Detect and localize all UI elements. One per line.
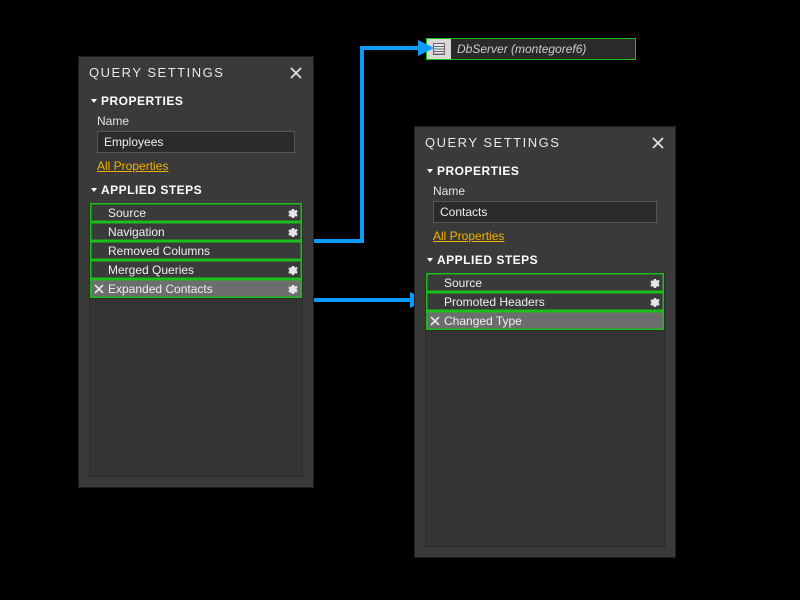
panel-title: QUERY SETTINGS — [425, 135, 560, 150]
chevron-down-icon — [89, 96, 99, 106]
applied-step[interactable]: Source — [426, 273, 664, 292]
name-field[interactable] — [97, 131, 295, 153]
applied-step[interactable]: Expanded Contacts — [90, 279, 302, 298]
database-icon — [427, 39, 451, 59]
applied-step-label: Merged Queries — [106, 263, 282, 277]
query-settings-panel-left: QUERY SETTINGS PROPERTIES Name All Prope… — [78, 56, 314, 488]
db-node-label: DbServer (montegoref6) — [451, 42, 586, 56]
chevron-down-icon — [425, 255, 435, 265]
close-icon[interactable] — [651, 136, 665, 150]
gear-icon[interactable] — [282, 264, 302, 276]
applied-step-label: Promoted Headers — [442, 295, 644, 309]
gear-icon[interactable] — [282, 226, 302, 238]
applied-step[interactable]: Navigation — [90, 222, 302, 241]
chevron-down-icon — [425, 166, 435, 176]
applied-step[interactable]: Promoted Headers — [426, 292, 664, 311]
properties-heading-label: PROPERTIES — [101, 94, 183, 108]
panel-empty-area — [425, 331, 665, 547]
name-field[interactable] — [433, 201, 657, 223]
all-properties-link[interactable]: All Properties — [433, 229, 504, 243]
panel-header: QUERY SETTINGS — [415, 127, 675, 158]
applied-step-label: Removed Columns — [106, 244, 282, 258]
query-settings-panel-right: QUERY SETTINGS PROPERTIES Name All Prope… — [414, 126, 676, 558]
applied-steps-heading[interactable]: APPLIED STEPS — [89, 183, 303, 201]
chevron-down-icon — [89, 185, 99, 195]
properties-section: PROPERTIES Name All Properties — [415, 162, 675, 251]
name-label: Name — [433, 184, 665, 198]
applied-step[interactable]: Changed Type — [426, 311, 664, 330]
properties-section: PROPERTIES Name All Properties — [79, 92, 313, 181]
applied-steps-section: APPLIED STEPS — [415, 251, 675, 273]
applied-steps-heading[interactable]: APPLIED STEPS — [425, 253, 665, 271]
close-icon[interactable] — [289, 66, 303, 80]
panel-title: QUERY SETTINGS — [89, 65, 224, 80]
applied-step-label: Source — [442, 276, 644, 290]
delete-step-icon[interactable] — [90, 284, 106, 294]
applied-step[interactable]: Merged Queries — [90, 260, 302, 279]
delete-step-icon[interactable] — [426, 316, 442, 326]
db-node[interactable]: DbServer (montegoref6) — [426, 38, 636, 60]
applied-steps-heading-label: APPLIED STEPS — [437, 253, 538, 267]
panel-header: QUERY SETTINGS — [79, 57, 313, 88]
all-properties-link[interactable]: All Properties — [97, 159, 168, 173]
panel-body: PROPERTIES Name All Properties APPLIED S… — [415, 158, 675, 557]
gear-icon[interactable] — [644, 296, 664, 308]
applied-step-label: Source — [106, 206, 282, 220]
name-label: Name — [97, 114, 303, 128]
applied-step[interactable]: Source — [90, 203, 302, 222]
applied-step-label: Navigation — [106, 225, 282, 239]
panel-body: PROPERTIES Name All Properties APPLIED S… — [79, 88, 313, 487]
gear-icon[interactable] — [282, 207, 302, 219]
properties-heading[interactable]: PROPERTIES — [425, 164, 665, 182]
properties-heading-label: PROPERTIES — [437, 164, 519, 178]
applied-steps-section: APPLIED STEPS — [79, 181, 313, 203]
applied-steps-list: Source Promoted Headers Changed Type — [425, 273, 665, 331]
applied-step-label: Changed Type — [442, 314, 644, 328]
applied-steps-heading-label: APPLIED STEPS — [101, 183, 202, 197]
applied-step-label: Expanded Contacts — [106, 282, 282, 296]
properties-heading[interactable]: PROPERTIES — [89, 94, 303, 112]
applied-step[interactable]: Removed Columns — [90, 241, 302, 260]
gear-icon[interactable] — [282, 283, 302, 295]
panel-empty-area — [89, 299, 303, 477]
applied-steps-list: Source Navigation Removed Columns Merged Qu… — [89, 203, 303, 299]
gear-icon[interactable] — [644, 277, 664, 289]
